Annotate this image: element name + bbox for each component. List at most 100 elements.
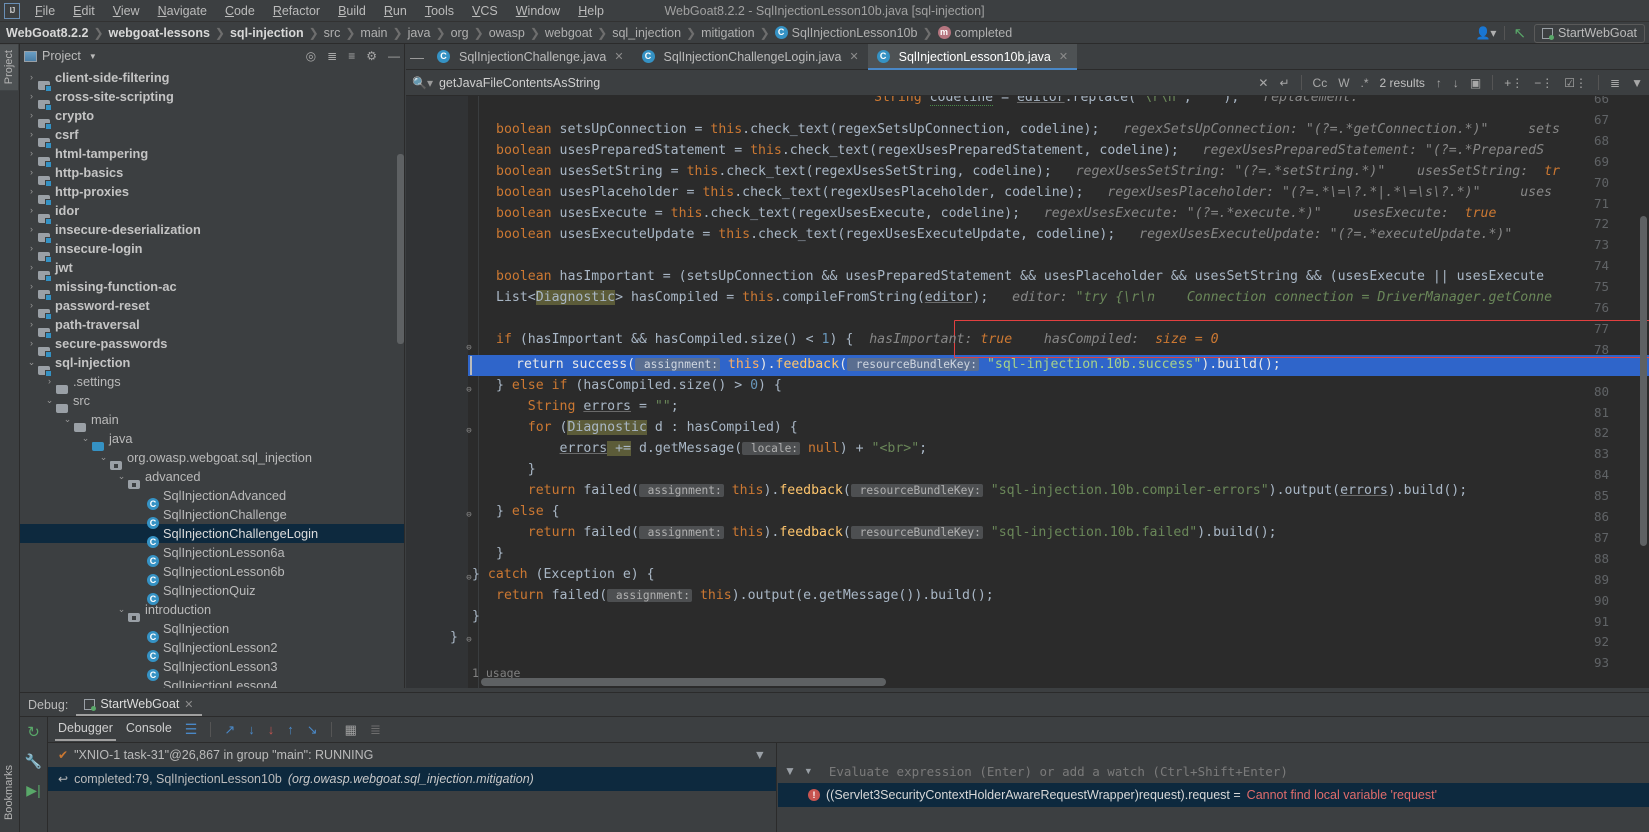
match-case-toggle[interactable]: Cc <box>1313 76 1328 90</box>
tool-tab-bookmarks[interactable]: Bookmarks <box>0 759 18 826</box>
update-project-icon[interactable]: ↖ <box>1513 24 1526 42</box>
tree-item-sqlinjectionlesson6a[interactable]: › SqlInjectionLesson6a <box>20 543 404 567</box>
user-account-icon[interactable]: 👤▾ <box>1475 26 1496 40</box>
layout-icon[interactable]: ☰ <box>185 721 198 738</box>
step-over-icon[interactable]: ↗ <box>224 722 235 738</box>
tree-item--settings[interactable]: › .settings <box>20 372 404 394</box>
settings-wrench-icon[interactable]: 🔧 <box>20 741 47 770</box>
tree-item-advanced[interactable]: ⌄ advanced <box>20 467 404 489</box>
menu-item-file[interactable]: File <box>26 2 64 20</box>
find-in-new-window-icon[interactable]: ▣ <box>1470 76 1481 90</box>
menu-item-help[interactable]: Help <box>569 2 613 20</box>
chevron-down-icon[interactable]: ⌄ <box>116 600 127 619</box>
tree-item-org-owasp-webgoat-sql-injection[interactable]: ⌄ org.owasp.webgoat.sql_injection <box>20 448 404 470</box>
tree-item-csrf[interactable]: › csrf <box>20 125 404 149</box>
chevron-down-icon[interactable]: ▼ <box>89 52 97 61</box>
tree-item-idor[interactable]: › idor <box>20 201 404 225</box>
main-menu[interactable]: File Edit View Navigate Code Refactor Build Run… <box>26 2 613 20</box>
breadcrumb-item-sql-injection[interactable]: sql-injection <box>230 26 304 40</box>
tree-item-sqlinjectionlesson4[interactable]: › SqlInjectionLesson4 <box>20 676 404 688</box>
add-selection-icon[interactable]: +⋮ <box>1504 76 1523 90</box>
tree-item-java[interactable]: ⌄ java <box>20 429 404 451</box>
menu-item-edit[interactable]: Edit <box>64 2 104 20</box>
chevron-right-icon[interactable]: › <box>26 315 37 334</box>
chevron-right-icon[interactable]: › <box>26 334 37 353</box>
tab-console[interactable]: Console <box>126 721 172 739</box>
menu-item-navigate[interactable]: Navigate <box>149 2 216 20</box>
regex-toggle[interactable]: .* <box>1361 76 1369 90</box>
breadcrumb-item-mitigation[interactable]: mitigation <box>701 26 755 40</box>
editor-tab-sqlinjectionchallengelogin-java[interactable]: C SqlInjectionChallengeLogin.java ✕ <box>633 44 868 69</box>
chevron-right-icon[interactable]: › <box>26 87 37 106</box>
tree-item-sqlinjectionquiz[interactable]: › SqlInjectionQuiz <box>20 581 404 605</box>
tree-item-sql-injection[interactable]: ⌄ sql-injection <box>20 353 404 377</box>
tree-item-sqlinjectionchallenge[interactable]: › SqlInjectionChallenge <box>20 505 404 529</box>
chevron-right-icon[interactable]: › <box>26 258 37 277</box>
chevron-right-icon[interactable]: › <box>26 201 37 220</box>
expand-all-icon[interactable]: ≣ <box>327 49 337 63</box>
tree-item-src[interactable]: ⌄ src <box>20 391 404 413</box>
evaluate-expression-icon[interactable]: ▦ <box>345 722 357 738</box>
menu-item-run[interactable]: Run <box>375 2 416 20</box>
breadcrumb-item-webgoat-lessons[interactable]: webgoat-lessons <box>109 26 210 40</box>
editor-tab-sqlinjectionchallenge-java[interactable]: C SqlInjectionChallenge.java ✕ <box>428 44 633 69</box>
breadcrumb-item-webgoat8-2-2[interactable]: WebGoat8.2.2 <box>6 26 88 40</box>
project-scrollbar[interactable] <box>397 154 404 344</box>
resume-program-icon[interactable]: ▶| <box>20 770 47 799</box>
tree-item-sqlinjection[interactable]: › SqlInjection <box>20 619 404 643</box>
close-icon[interactable]: ✕ <box>184 698 193 711</box>
chevron-right-icon[interactable]: › <box>26 163 37 182</box>
force-step-into-icon[interactable]: ↓ <box>268 722 275 737</box>
breadcrumb-item-sql-injection[interactable]: sql_injection <box>612 26 681 40</box>
filter-icon[interactable]: ▼ <box>784 764 796 778</box>
debug-session-tab[interactable]: StartWebGoat ✕ <box>76 694 202 716</box>
tree-item-secure-passwords[interactable]: › secure-passwords <box>20 334 404 358</box>
menu-item-window[interactable]: Window <box>507 2 569 20</box>
tree-item-sqlinjectionlesson3[interactable]: › SqlInjectionLesson3 <box>20 657 404 681</box>
menu-item-tools[interactable]: Tools <box>416 2 463 20</box>
menu-item-refactor[interactable]: Refactor <box>264 2 329 20</box>
locate-icon[interactable]: ◎ <box>306 49 316 63</box>
menu-item-vcs[interactable]: VCS <box>463 2 507 20</box>
chevron-right-icon[interactable]: › <box>26 182 37 201</box>
breadcrumb-item-java[interactable]: java <box>408 26 431 40</box>
gear-icon[interactable]: ⚙ <box>366 49 377 63</box>
chevron-down-icon[interactable]: ⌄ <box>44 391 55 410</box>
chevron-right-icon[interactable]: › <box>26 125 37 144</box>
breadcrumb-item-completed[interactable]: m completed <box>937 26 1012 40</box>
hide-editor-icon[interactable]: — <box>406 44 428 69</box>
chevron-right-icon[interactable]: › <box>26 220 37 239</box>
chevron-right-icon[interactable]: › <box>134 676 145 688</box>
breadcrumb-item-src[interactable]: src <box>324 26 341 40</box>
find-input[interactable]: getJavaFileContentsAsString <box>439 76 600 90</box>
tree-item-crypto[interactable]: › crypto <box>20 106 404 130</box>
chevron-right-icon[interactable]: › <box>134 638 145 657</box>
stack-frame-row[interactable]: ↩ completed:79, SqlInjectionLesson10b (o… <box>48 767 776 791</box>
chevron-down-icon[interactable]: ⌄ <box>116 467 127 486</box>
tree-item-http-proxies[interactable]: › http-proxies <box>20 182 404 206</box>
editor-horizontal-scrollbar[interactable] <box>481 678 886 686</box>
chevron-right-icon[interactable]: › <box>26 144 37 163</box>
tree-item-main[interactable]: ⌄ main <box>20 410 404 432</box>
sort-icon[interactable]: ≣ <box>1610 76 1620 90</box>
chevron-right-icon[interactable]: › <box>134 524 145 543</box>
tool-tab-project[interactable]: Project <box>0 44 18 91</box>
breadcrumb-item-main[interactable]: main <box>360 26 387 40</box>
chevron-right-icon[interactable]: › <box>134 581 145 600</box>
menu-item-build[interactable]: Build <box>329 2 375 20</box>
chevron-right-icon[interactable]: › <box>26 277 37 296</box>
tab-debugger[interactable]: Debugger <box>55 721 116 741</box>
remove-selection-icon[interactable]: −⋮ <box>1534 76 1553 90</box>
tree-item-insecure-login[interactable]: › insecure-login <box>20 239 404 263</box>
breadcrumb-item-sqlinjectionlesson10b[interactable]: C SqlInjectionLesson10b <box>774 26 917 40</box>
select-all-occurrences-icon[interactable]: ☑⋮ <box>1564 76 1587 90</box>
breadcrumb-item-webgoat[interactable]: webgoat <box>545 26 592 40</box>
chevron-right-icon[interactable]: › <box>134 657 145 676</box>
chevron-right-icon[interactable]: › <box>134 505 145 524</box>
breadcrumb[interactable]: WebGoat8.2.2 ❯ webgoat-lessons ❯ sql-injecti… <box>6 26 1012 40</box>
tree-item-introduction[interactable]: ⌄ introduction <box>20 600 404 622</box>
chevron-down-icon[interactable]: ⌄ <box>80 429 91 448</box>
filter-icon[interactable]: ▼ <box>754 748 776 762</box>
chevron-right-icon[interactable]: › <box>134 562 145 581</box>
rerun-icon[interactable]: ↻ <box>20 717 47 741</box>
